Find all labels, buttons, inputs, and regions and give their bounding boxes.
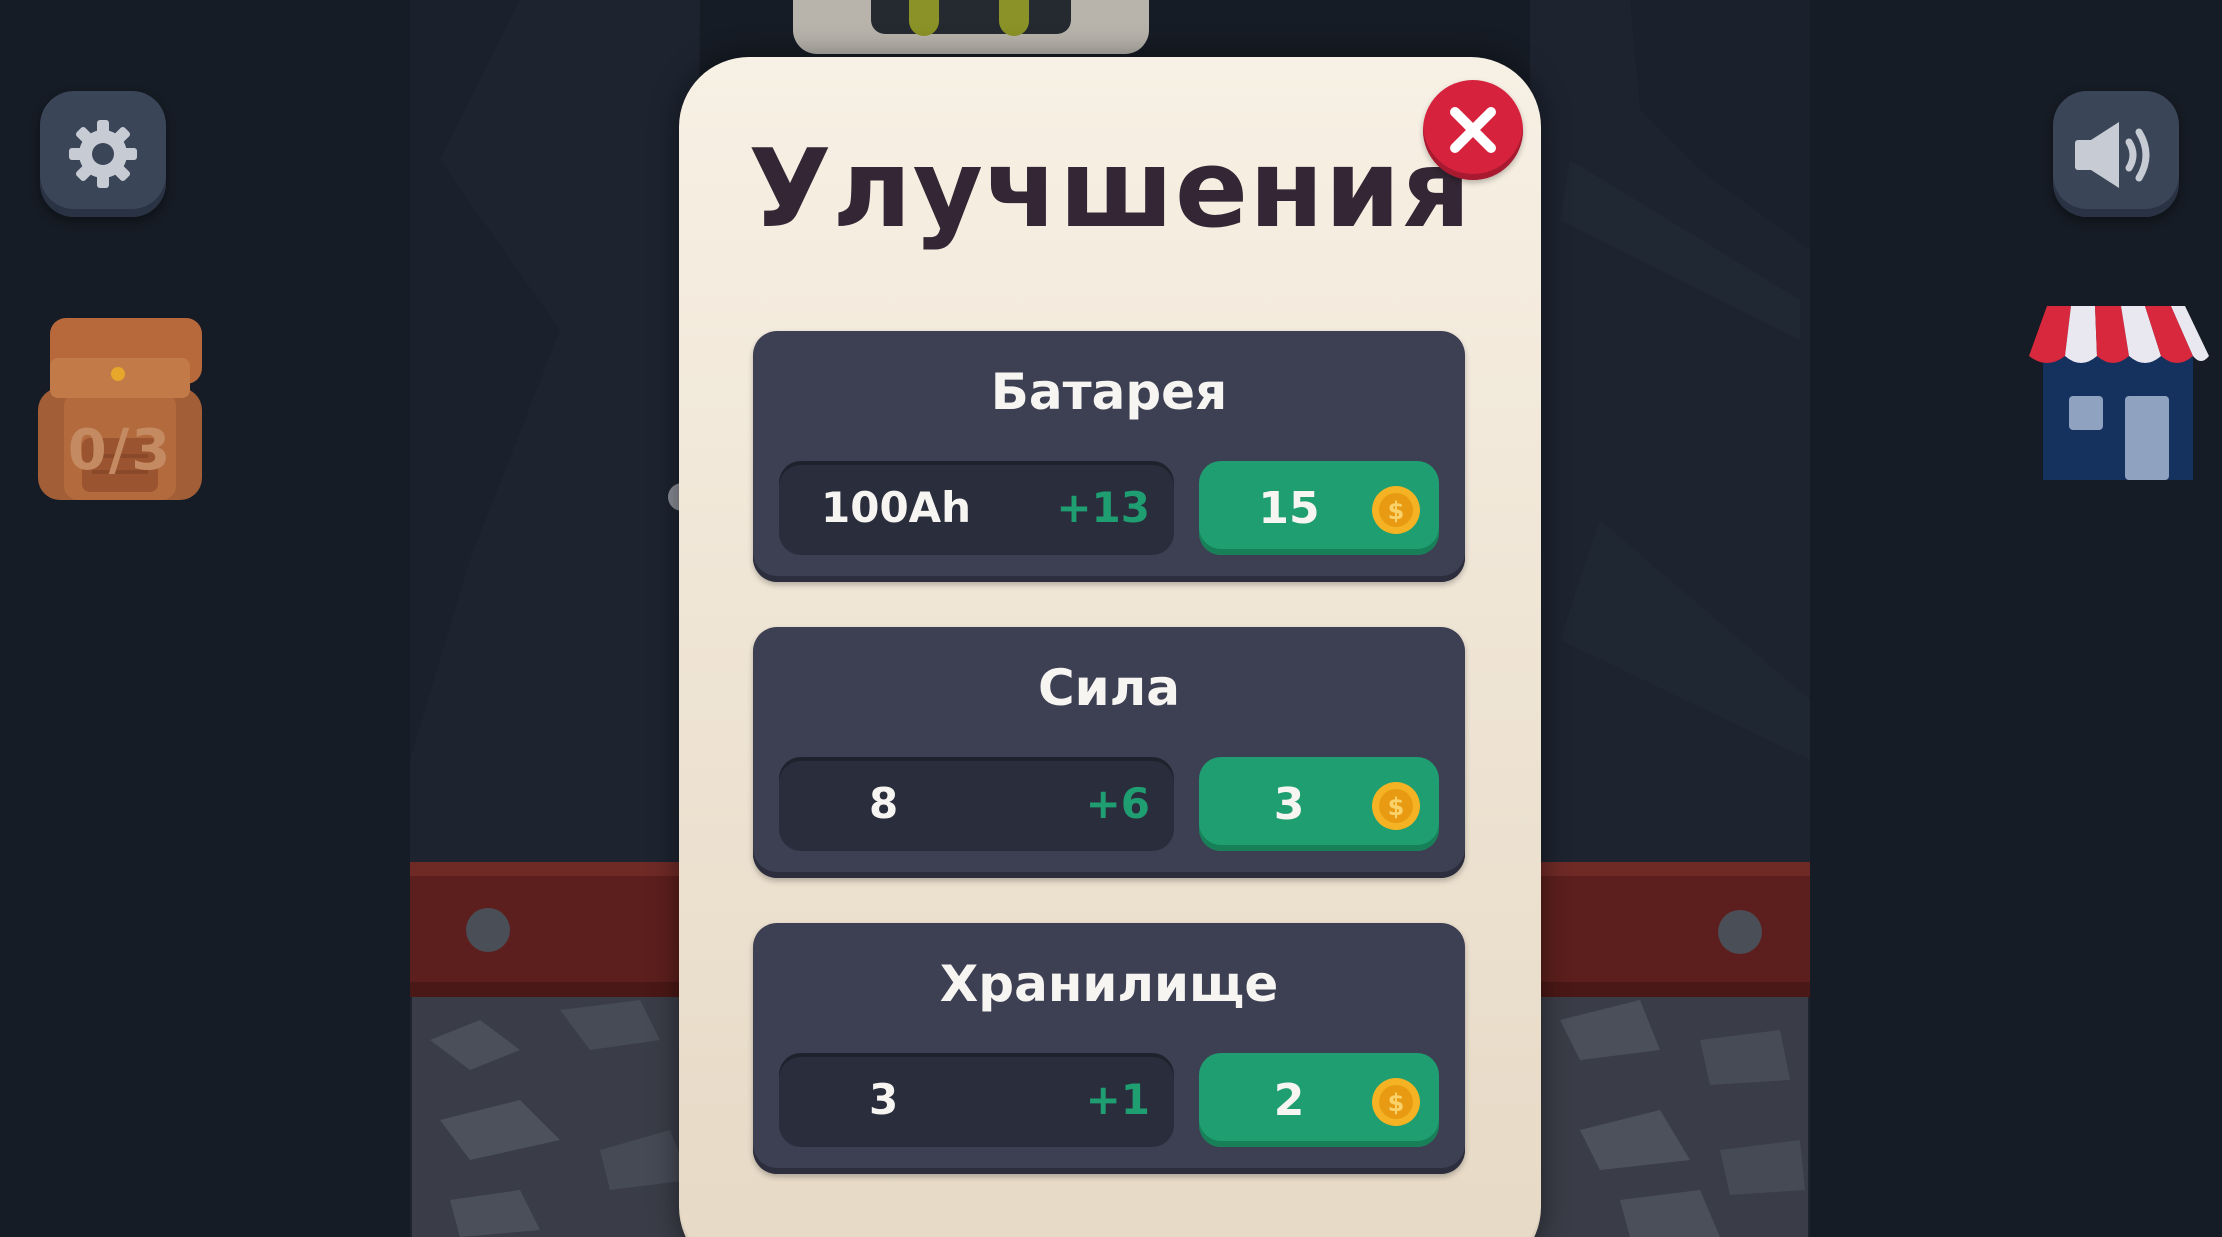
backpack-count: 0/3 [67, 418, 173, 483]
settings-button[interactable] [40, 91, 166, 217]
shop-button[interactable] [2025, 304, 2211, 480]
game-scene: 0/3 Улучшения Батарея 100Ah +13 15 $ Сил… [0, 0, 2222, 1237]
sound-button[interactable] [2053, 91, 2179, 217]
upgrade-stat: 100Ah +13 [779, 461, 1174, 555]
upgrade-stat: 8 +6 [779, 757, 1174, 851]
svg-text:$: $ [1388, 497, 1405, 525]
upgrade-card-storage: Хранилище 3 +1 2 $ [753, 923, 1465, 1174]
upgrade-price: 2 [1273, 1075, 1305, 1126]
gear-icon [69, 120, 137, 188]
coin-icon: $ [1372, 486, 1420, 534]
svg-text:$: $ [1388, 1089, 1405, 1117]
upgrade-name: Хранилище [939, 955, 1279, 1013]
upgrade-name: Батарея [990, 363, 1228, 421]
upgrade-price: 15 [1258, 483, 1320, 534]
upgrade-price: 3 [1273, 779, 1305, 830]
upgrade-current-value: 3 [869, 1075, 899, 1124]
upgrade-current-value: 8 [869, 779, 899, 828]
top-panel-tab [793, 0, 1149, 54]
upgrade-bonus: +13 [1056, 483, 1150, 532]
buy-upgrade-button[interactable]: 2 $ [1199, 1053, 1439, 1147]
upgrade-current-value: 100Ah [821, 483, 972, 532]
dialog-title: Улучшения [748, 127, 1472, 252]
upgrade-name: Сила [1037, 659, 1181, 717]
buy-upgrade-button[interactable]: 15 $ [1199, 461, 1439, 555]
upgrade-bonus: +6 [1085, 779, 1150, 828]
upgrade-bonus: +1 [1085, 1075, 1150, 1124]
close-button[interactable] [1423, 80, 1523, 180]
shop-icon [2029, 306, 2209, 480]
svg-text:$: $ [1388, 793, 1405, 821]
coin-icon: $ [1372, 782, 1420, 830]
backpack-button[interactable]: 0/3 [38, 318, 202, 504]
upgrade-stat: 3 +1 [779, 1053, 1174, 1147]
coin-icon: $ [1372, 1078, 1420, 1126]
close-icon [1450, 107, 1496, 153]
buy-upgrade-button[interactable]: 3 $ [1199, 757, 1439, 851]
upgrade-card-strength: Сила 8 +6 3 $ [753, 627, 1465, 878]
upgrade-card-battery: Батарея 100Ah +13 15 $ [753, 331, 1465, 582]
speaker-icon [2075, 122, 2150, 188]
